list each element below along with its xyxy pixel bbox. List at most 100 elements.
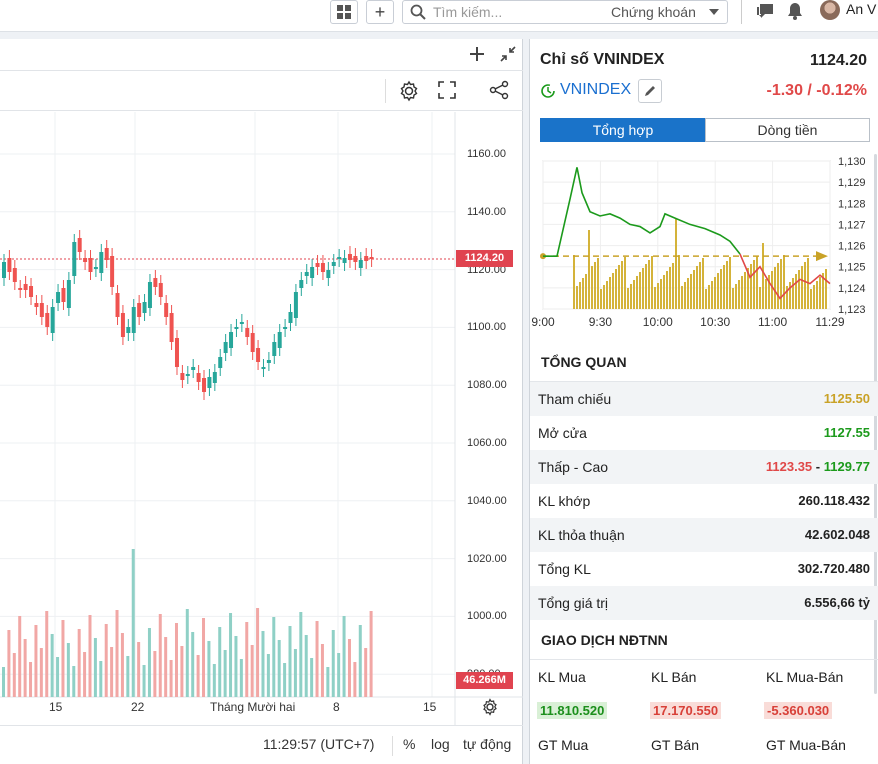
intraday-volume-bar <box>810 289 812 309</box>
search-box[interactable]: Tìm kiếm... Chứng khoán <box>402 0 728 24</box>
edit-button[interactable] <box>638 79 662 103</box>
intraday-x-label: 10:30 <box>700 315 730 329</box>
volume-bar <box>283 663 287 697</box>
candle-body <box>158 283 163 297</box>
add-chart-icon[interactable] <box>470 47 484 61</box>
search-scope-select[interactable]: Chứng khoán <box>611 4 696 20</box>
intraday-volume-bar <box>759 287 761 309</box>
settings-gear-icon[interactable] <box>398 80 420 102</box>
volume-bar <box>342 616 346 697</box>
avatar[interactable] <box>820 0 840 20</box>
intraday-x-label: 9:30 <box>589 315 613 329</box>
intraday-chart[interactable]: 1,1301,1291,1281,1271,1261,1251,1241,123… <box>530 151 878 335</box>
intraday-volume-bar <box>825 269 827 309</box>
intraday-volume-bar <box>615 269 617 309</box>
volume-bar <box>142 665 146 697</box>
candle-body <box>347 254 352 260</box>
user-name[interactable]: An V <box>846 1 876 17</box>
volume-bar <box>337 653 341 697</box>
volume-bar <box>120 633 124 697</box>
candle-body <box>147 282 152 308</box>
collapse-icon[interactable] <box>500 46 516 62</box>
intraday-volume-bar <box>753 260 755 309</box>
foreign-sell-value-header: GT Bán <box>651 737 699 753</box>
intraday-volume-bar <box>612 273 614 309</box>
bell-icon[interactable] <box>786 2 804 20</box>
intraday-volume-bar <box>789 282 791 309</box>
volume-bar <box>88 615 92 697</box>
candle-body <box>174 338 179 367</box>
candle-body <box>39 303 44 317</box>
date-label: 8 <box>333 700 340 714</box>
candle-body <box>180 373 185 380</box>
apps-grid-button[interactable] <box>330 0 358 24</box>
chat-icon[interactable] <box>756 2 776 20</box>
candle-body <box>331 262 336 266</box>
auto-scale-toggle[interactable]: tự động <box>463 736 511 752</box>
fullscreen-icon[interactable] <box>438 81 456 99</box>
price-axis-label: 1020.00 <box>467 552 507 565</box>
log-scale-toggle[interactable]: log <box>431 736 450 752</box>
volume-bar <box>293 649 297 697</box>
candle-body <box>272 342 277 356</box>
candle-body <box>185 374 190 376</box>
index-symbol[interactable]: VNINDEX <box>560 81 631 99</box>
intraday-volume-bar <box>816 281 818 309</box>
candle-body <box>56 292 61 303</box>
volume-bar <box>347 639 351 697</box>
intraday-volume-bar <box>579 282 581 309</box>
intraday-volume-bar <box>639 272 641 309</box>
volume-bar <box>99 661 103 697</box>
intraday-y-label: 1,129 <box>838 177 866 189</box>
row-label: Thấp - Cao <box>538 459 609 475</box>
candlestick-chart[interactable] <box>0 112 523 725</box>
intraday-volume-bar <box>726 261 728 309</box>
chevron-down-icon <box>709 9 719 15</box>
candle-body <box>23 284 28 290</box>
foreign-net-volume: -5.360.030 <box>764 702 833 719</box>
row-label: Tổng giá trị <box>538 595 609 611</box>
intraday-volume-bar <box>720 269 722 309</box>
candle-body <box>169 313 174 342</box>
percent-scale-toggle[interactable]: % <box>403 736 415 752</box>
candle-body <box>288 312 293 323</box>
candle-body <box>207 377 212 388</box>
candle-body <box>142 302 147 313</box>
add-button[interactable]: + <box>366 0 394 24</box>
row-label: KL thỏa thuận <box>538 527 625 543</box>
tab-summary[interactable]: Tổng hợp <box>540 118 706 142</box>
intraday-volume-bar <box>690 274 692 309</box>
intraday-volume-bar <box>600 289 602 309</box>
intraday-volume-bar <box>621 261 623 309</box>
low-high-range: 1123.35 - 1129.77 <box>766 459 870 474</box>
candle-body <box>110 256 115 287</box>
search-input[interactable]: Tìm kiếm... <box>433 4 502 20</box>
foreign-buy-volume-header: KL Mua <box>538 669 586 685</box>
axis-settings-gear-icon[interactable] <box>481 698 499 716</box>
intraday-volume-bar <box>573 255 575 309</box>
reference-price: 1125.50 <box>823 391 870 406</box>
candle-body <box>61 288 66 302</box>
candle-body <box>261 367 266 369</box>
foreign-buy-value-header: GT Mua <box>538 737 589 753</box>
candle-body <box>364 256 369 261</box>
volume-bar <box>191 632 195 697</box>
tab-money-flow[interactable]: Dòng tiền <box>705 118 870 142</box>
intraday-x-label: 10:00 <box>643 315 673 329</box>
share-icon[interactable] <box>489 80 509 100</box>
index-info-panel: Chỉ số VNINDEX 1124.20 VNINDEX -1.30 / -… <box>529 39 878 764</box>
volume-bar <box>256 608 260 697</box>
intraday-volume-bar <box>654 287 656 309</box>
intraday-x-label: 11:00 <box>758 315 787 329</box>
intraday-volume-bar <box>609 277 611 309</box>
intraday-y-label: 1,124 <box>838 283 866 295</box>
volume-bar <box>234 636 238 697</box>
candle-body <box>315 263 320 267</box>
volume-bar <box>239 659 243 697</box>
price-axis-label: 1040.00 <box>467 494 507 507</box>
chart-panel: 1160.00 1140.00 1120.00 1100.00 1080.00 1060.… <box>0 39 523 764</box>
volume-bar <box>7 630 11 697</box>
intraday-volume-bar <box>642 268 644 309</box>
overview-row: Mở cửa 1127.55 <box>530 416 878 450</box>
volume-bar <box>131 549 135 697</box>
